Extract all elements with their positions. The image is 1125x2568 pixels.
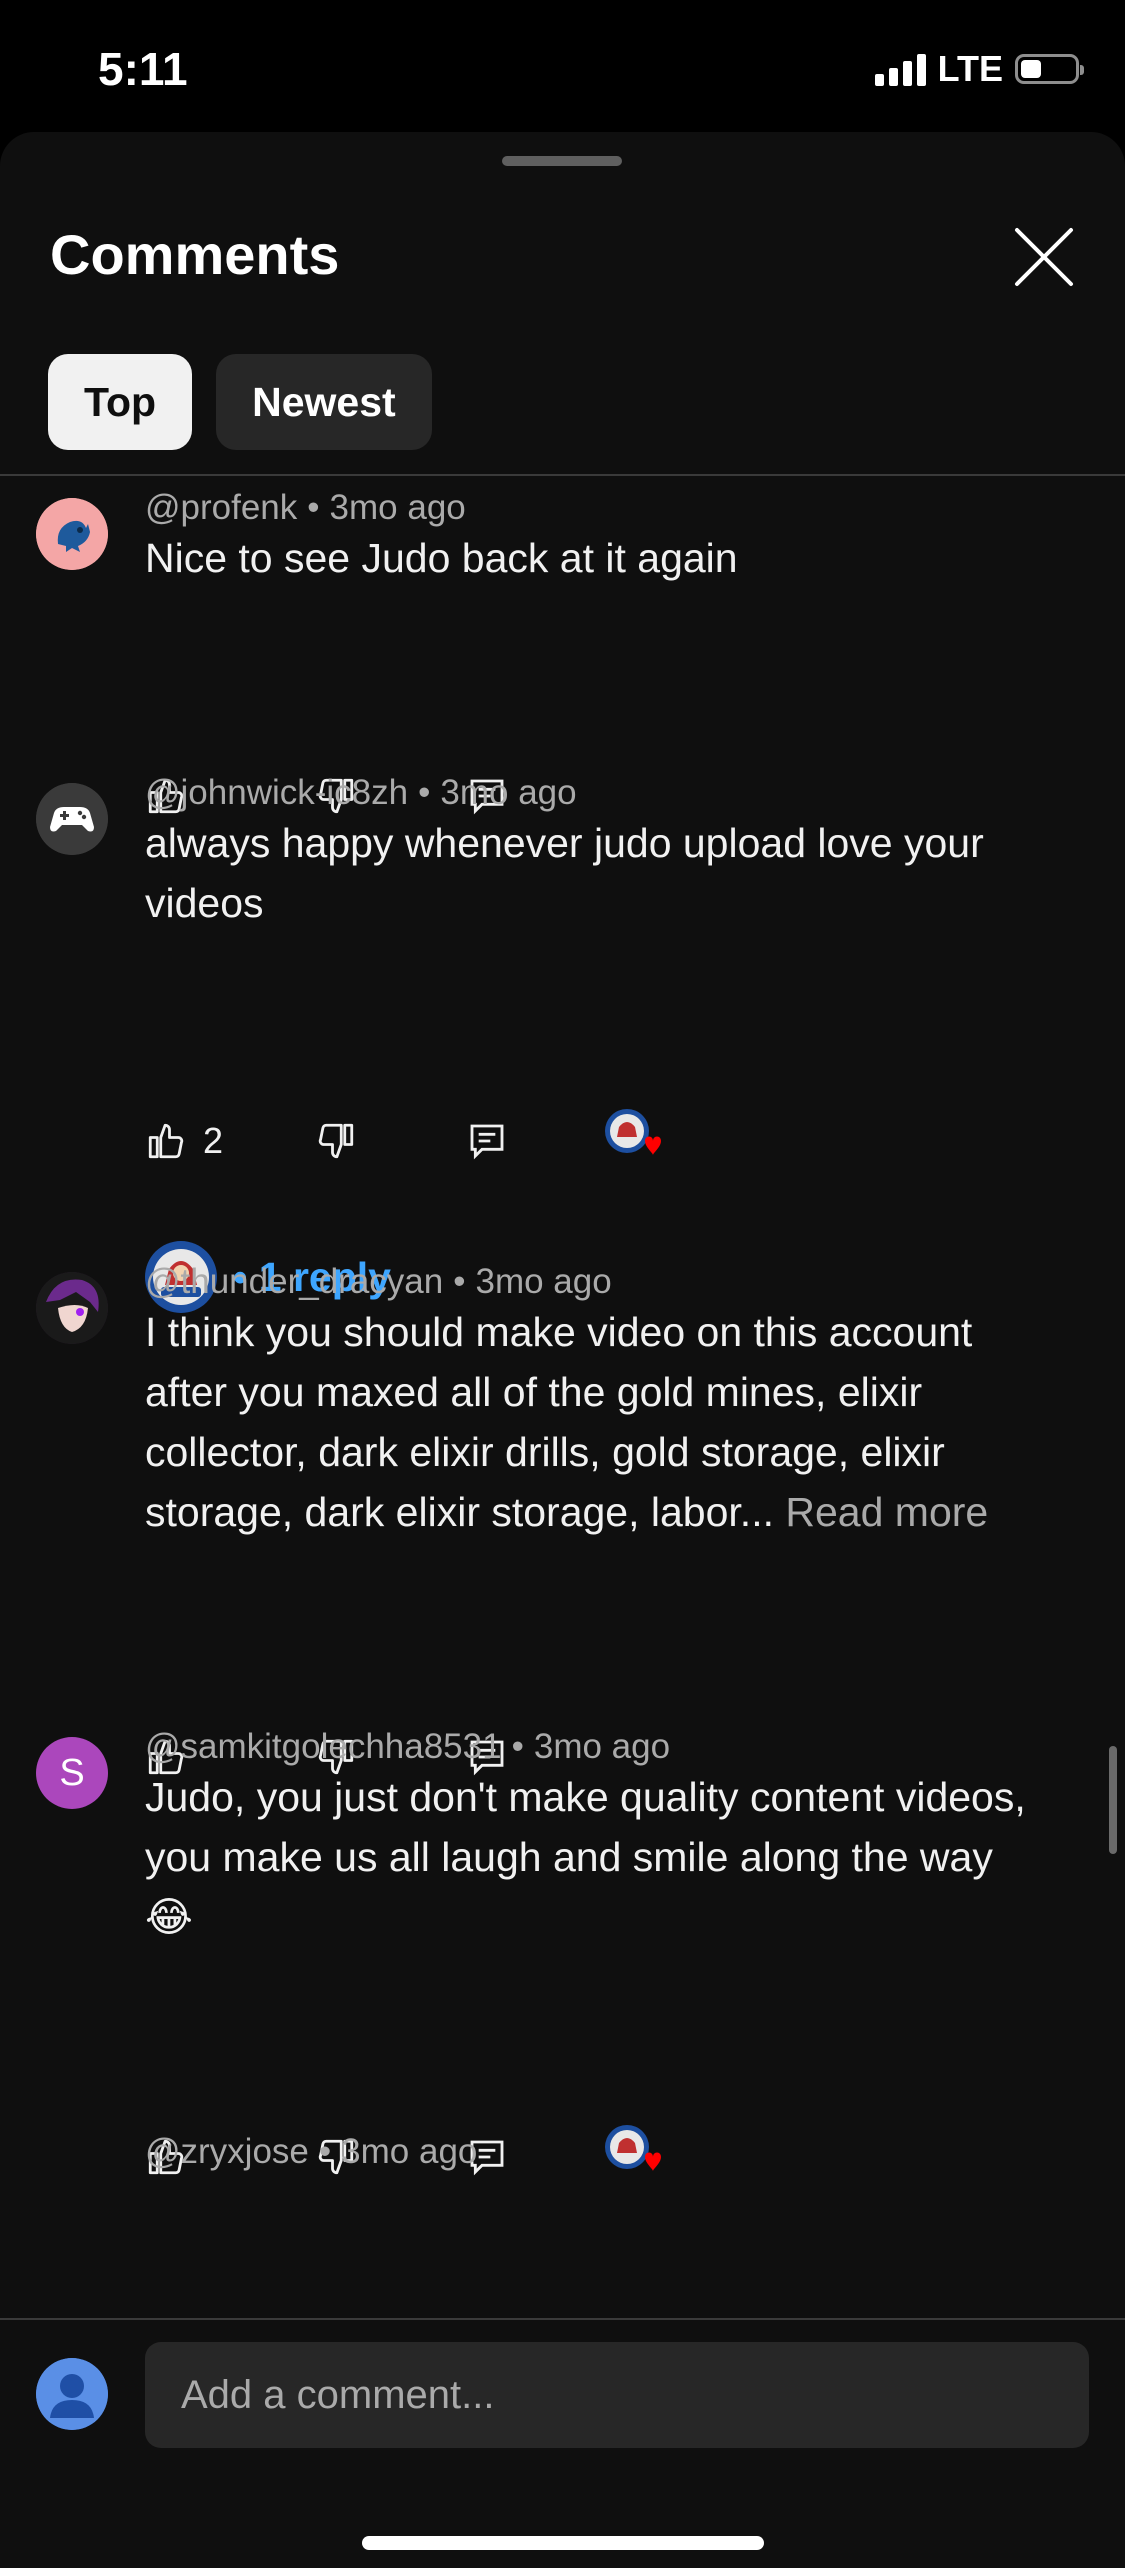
- home-indicator: [362, 2536, 764, 2550]
- thumbs-down-icon: [318, 1123, 354, 1159]
- comment-author[interactable]: @johnwick-ic8zh: [145, 773, 408, 812]
- avatar-letter: S: [59, 1751, 85, 1794]
- anime-avatar-icon: [36, 1272, 108, 1344]
- comment-meta: @thunder_dracyan • 3mo ago: [145, 1262, 612, 1301]
- user-avatar-icon: [36, 2358, 108, 2430]
- comment-age: 3mo ago: [440, 773, 577, 812]
- thumbs-up-icon: [148, 1123, 184, 1159]
- comment-composer: [0, 2318, 1125, 2568]
- avatar[interactable]: S: [36, 1737, 108, 1809]
- tab-top[interactable]: Top: [48, 354, 193, 450]
- creator-heart-icon: [605, 2125, 661, 2171]
- comment-text: I think you should make video on this ac…: [145, 1309, 989, 1535]
- comment-author[interactable]: @zryxjose: [145, 2132, 309, 2171]
- reply-button[interactable]: [467, 1111, 507, 1171]
- comment-text: Nice to see Judo back at it again: [145, 535, 738, 581]
- sheet-title: Comments: [50, 223, 340, 286]
- comment-meta: @johnwick-ic8zh • 3mo ago: [145, 773, 577, 812]
- comments-sheet: Comments Top Newest @profenk • 3mo ago Nic…: [0, 132, 1125, 2568]
- comment-age: 3mo ago: [341, 2132, 478, 2171]
- creator-heart-badge: [605, 1107, 663, 1165]
- close-icon: [1015, 228, 1073, 286]
- network-type: LTE: [937, 48, 1003, 89]
- close-button[interactable]: [1013, 226, 1075, 288]
- like-button[interactable]: 2: [145, 1111, 223, 1171]
- scrollbar[interactable]: [1109, 1746, 1117, 1854]
- comment-actions: 2: [145, 1109, 745, 1171]
- comment-text: Judo, you just don't make quality conten…: [145, 1774, 1026, 1940]
- comment-author[interactable]: @thunder_dracyan: [145, 1262, 443, 1301]
- sort-tabs: Top Newest: [48, 354, 432, 450]
- comment-age: 3mo ago: [329, 488, 466, 527]
- read-more-link[interactable]: Read more: [785, 1489, 988, 1535]
- avatar[interactable]: [36, 1272, 108, 1344]
- comment-text: always happy whenever judo upload love y…: [145, 820, 984, 926]
- comment-input[interactable]: [145, 2342, 1089, 2448]
- composer-divider: [0, 2318, 1125, 2320]
- like-count: 2: [203, 1120, 224, 1161]
- comment-meta: @samkitgolechha8531 • 3mo ago: [145, 1727, 671, 1766]
- tab-newest[interactable]: Newest: [216, 354, 432, 450]
- drag-handle[interactable]: [502, 156, 622, 166]
- status-indicators: LTE: [874, 48, 1084, 90]
- creator-heart-icon: [605, 1109, 661, 1155]
- status-time: 5:11: [98, 43, 188, 95]
- status-bar: 5:11 LTE: [0, 0, 1125, 132]
- blue-creature-avatar-icon: [36, 498, 108, 570]
- user-avatar[interactable]: [36, 2358, 108, 2430]
- comment-author[interactable]: @profenk: [145, 488, 297, 527]
- comment-meta: @zryxjose • 3mo ago: [145, 2132, 478, 2171]
- battery-icon: [1015, 54, 1084, 84]
- comment-author[interactable]: @samkitgolechha8531: [145, 1727, 502, 1766]
- avatar[interactable]: [36, 783, 108, 855]
- comment-age: 3mo ago: [533, 1727, 671, 1766]
- creator-heart-badge: [605, 2123, 663, 2181]
- header-divider: [0, 474, 1125, 476]
- dislike-button[interactable]: [315, 1111, 357, 1171]
- comment-meta: @profenk • 3mo ago: [145, 488, 466, 527]
- avatar[interactable]: [36, 498, 108, 570]
- signal-icon: [874, 52, 926, 86]
- reply-comment-icon: [470, 1124, 504, 1160]
- gamepad-avatar-icon: [36, 783, 108, 855]
- comment-age: 3mo ago: [475, 1262, 612, 1301]
